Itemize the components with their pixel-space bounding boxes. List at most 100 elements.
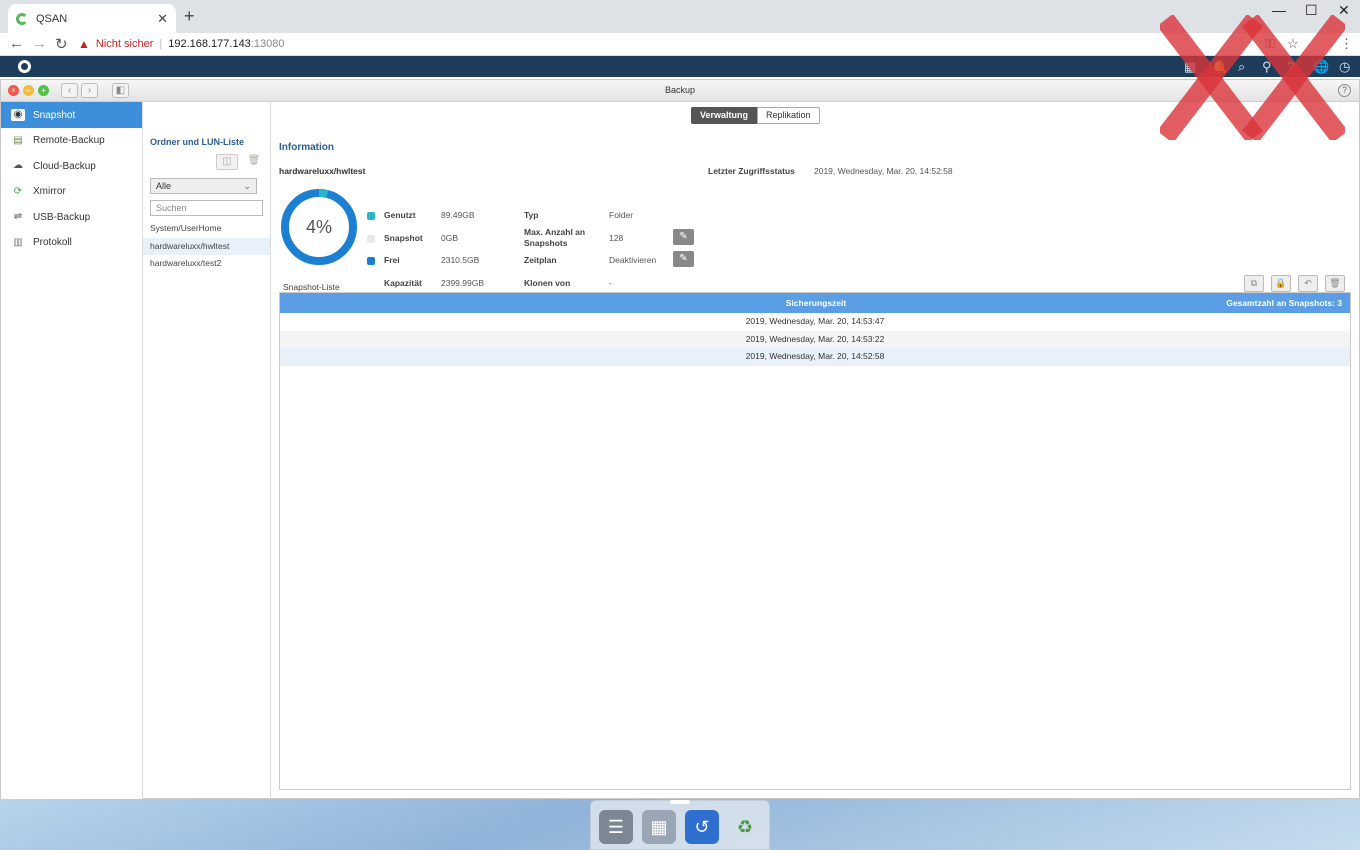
dock-handle[interactable]: [670, 800, 690, 804]
chevron-down-icon: ⌄: [243, 181, 251, 191]
reload-icon[interactable]: ↻: [55, 35, 68, 53]
schedule-label: Zeitplan: [524, 255, 557, 265]
list-item[interactable]: System/UserHome: [143, 220, 270, 238]
usb-icon: ⇌: [13, 211, 23, 223]
bell-icon[interactable]: 🔔: [1211, 59, 1227, 75]
snapshot-label: Snapshot: [384, 233, 423, 243]
search-icon[interactable]: ⌕: [1238, 59, 1245, 75]
user-icon[interactable]: ⚲: [1262, 59, 1272, 75]
sidebar-item-usb-backup[interactable]: ⇌ USB-Backup: [1, 205, 142, 231]
create-snapshot-button[interactable]: ◫: [216, 154, 238, 170]
window-titlebar: × – + ‹ › ◧ Backup ?: [1, 80, 1359, 102]
url-separator: |: [159, 38, 163, 50]
schedule-value: Deaktivieren: [609, 255, 657, 265]
folder-list-panel: Ordner und LUN-Liste ◫ 🗑 Alle ⌄ Suchen S…: [143, 102, 271, 800]
cloud-icon: ☁: [13, 160, 23, 172]
search-input[interactable]: Suchen: [150, 200, 263, 216]
column-header-time[interactable]: Sicherungszeit: [280, 293, 1352, 313]
security-label: Nicht sicher: [95, 38, 154, 50]
list-item[interactable]: hardwareluxx/test2: [143, 255, 270, 273]
clone-snapshot-button[interactable]: ⧉: [1244, 275, 1264, 292]
table-row[interactable]: 2019, Wednesday, Mar. 20, 14:52:58: [280, 348, 1350, 366]
help-icon[interactable]: ?: [1287, 59, 1294, 74]
lock-snapshot-button[interactable]: 🔒: [1271, 275, 1291, 292]
list-item[interactable]: hardwareluxx/hwltest: [143, 237, 270, 255]
snapshot-table-header: Sicherungszeit Gesamtzahl an Snapshots: …: [280, 293, 1350, 313]
sidebar-item-label: USB-Backup: [33, 211, 91, 223]
max-snapshots-label-line1: Max. Anzahl an: [524, 227, 586, 237]
backup-window: × – + ‹ › ◧ Backup ? ◉ Snapshot ▤ Remote…: [0, 79, 1360, 800]
folder-list-heading: Ordner und LUN-Liste: [150, 137, 244, 147]
url-field[interactable]: ▲ Nicht sicher | 192.168.177.143 :13080: [78, 34, 1278, 54]
window-title: Backup: [664, 85, 696, 95]
sidebar-item-protokoll[interactable]: ▥ Protokoll: [1, 230, 142, 256]
backup-app-icon[interactable]: ↺: [685, 810, 719, 844]
sidebar-item-remote-backup[interactable]: ▤ Remote-Backup: [1, 128, 142, 154]
browser-tab[interactable]: QSAN ✕: [8, 4, 176, 33]
tab-verwaltung[interactable]: Verwaltung: [691, 107, 758, 124]
edit-schedule-button[interactable]: ✎: [673, 251, 694, 267]
menu-icon[interactable]: ⋮: [1340, 36, 1353, 52]
volume-name: hardwareluxx/hwltest: [279, 166, 366, 176]
capacity-value: 2399.99GB: [441, 278, 485, 288]
free-value: 2310.5GB: [441, 255, 480, 265]
delete-snapshot-button[interactable]: 🗑: [1325, 275, 1345, 292]
app-topbar: ▦ 🔔 ⌕ ⚲ ? 🌐 ◷: [0, 56, 1360, 77]
max-snapshots-value: 128: [609, 233, 624, 243]
sidebar-item-label: Cloud-Backup: [33, 160, 96, 172]
restore-snapshot-button[interactable]: ↶: [1298, 275, 1318, 292]
snapshot-legend-swatch: [367, 235, 375, 243]
dashboard-icon[interactable]: ◷: [1339, 59, 1350, 75]
close-tab-icon[interactable]: ✕: [157, 11, 168, 27]
max-snapshots-label-line2: Snapshots: [524, 238, 568, 248]
url-host: 192.168.177.143: [168, 38, 251, 50]
sidebar-item-label: Remote-Backup: [33, 135, 105, 147]
recycle-bin-icon[interactable]: ♻: [728, 810, 762, 844]
star-icon[interactable]: ☆: [1287, 36, 1299, 52]
tasks-icon[interactable]: ▦: [1184, 59, 1196, 75]
close-window-icon[interactable]: ✕: [1338, 2, 1350, 19]
sidebar-item-cloud-backup[interactable]: ☁ Cloud-Backup: [1, 154, 142, 180]
free-legend-swatch: [367, 257, 375, 265]
control-panel-icon[interactable]: ☰: [599, 810, 633, 844]
sidebar: ◉ Snapshot ▤ Remote-Backup ☁ Cloud-Backu…: [1, 102, 143, 800]
used-legend-swatch: [367, 212, 375, 220]
folder-list: System/UserHome hardwareluxx/hwltest har…: [143, 220, 270, 273]
globe-icon[interactable]: 🌐: [1313, 59, 1329, 75]
app-center-icon[interactable]: ▦: [642, 810, 676, 844]
filter-select[interactable]: Alle ⌄: [150, 178, 257, 194]
forward-icon[interactable]: →: [32, 35, 47, 52]
last-access-label: Letzter Zugriffsstatus: [708, 166, 795, 176]
trash-icon[interactable]: 🗑: [243, 154, 265, 170]
snapshot-value: 0GB: [441, 233, 459, 243]
sidebar-item-label: Protokoll: [33, 237, 72, 249]
usage-percent: 4%: [305, 217, 332, 237]
tab-replikation[interactable]: Replikation: [757, 107, 820, 124]
view-tabs: Verwaltung Replikation: [691, 107, 820, 124]
edit-max-snapshots-button[interactable]: ✎: [673, 229, 694, 245]
free-label: Frei: [384, 255, 400, 265]
filter-select-value: Alle: [156, 181, 172, 191]
window-help-icon[interactable]: ?: [1338, 84, 1351, 97]
sidebar-item-snapshot[interactable]: ◉ Snapshot: [1, 102, 142, 128]
key-icon[interactable]: ⚿: [1265, 36, 1275, 52]
last-access-value: 2019, Wednesday, Mar. 20, 14:52:58: [814, 166, 953, 176]
clone-value: -: [609, 278, 612, 288]
type-value: Folder: [609, 210, 634, 220]
sidebar-item-xmirror[interactable]: ⟳ Xmirror: [1, 179, 142, 205]
sidebar-item-label: Snapshot: [33, 109, 76, 121]
back-icon[interactable]: ←: [9, 35, 24, 52]
main-content: Verwaltung Replikation Information hardw…: [271, 102, 1359, 800]
remote-backup-icon: ▤: [13, 134, 23, 146]
table-row[interactable]: 2019, Wednesday, Mar. 20, 14:53:22: [280, 330, 1350, 349]
type-label: Typ: [524, 210, 539, 220]
qsan-logo-icon[interactable]: [18, 60, 31, 73]
minimize-window-icon[interactable]: —: [1272, 2, 1286, 18]
used-value: 89.49GB: [441, 210, 475, 220]
new-tab-icon[interactable]: +: [184, 6, 195, 27]
maximize-window-icon[interactable]: ☐: [1305, 2, 1318, 19]
address-bar: ← → ↻ ▲ Nicht sicher | 192.168.177.143 :…: [0, 33, 1360, 56]
snapshot-total-count: Gesamtzahl an Snapshots: 3: [1226, 298, 1342, 308]
table-row[interactable]: 2019, Wednesday, Mar. 20, 14:53:47: [280, 313, 1350, 331]
qsan-favicon-icon: [16, 12, 28, 25]
